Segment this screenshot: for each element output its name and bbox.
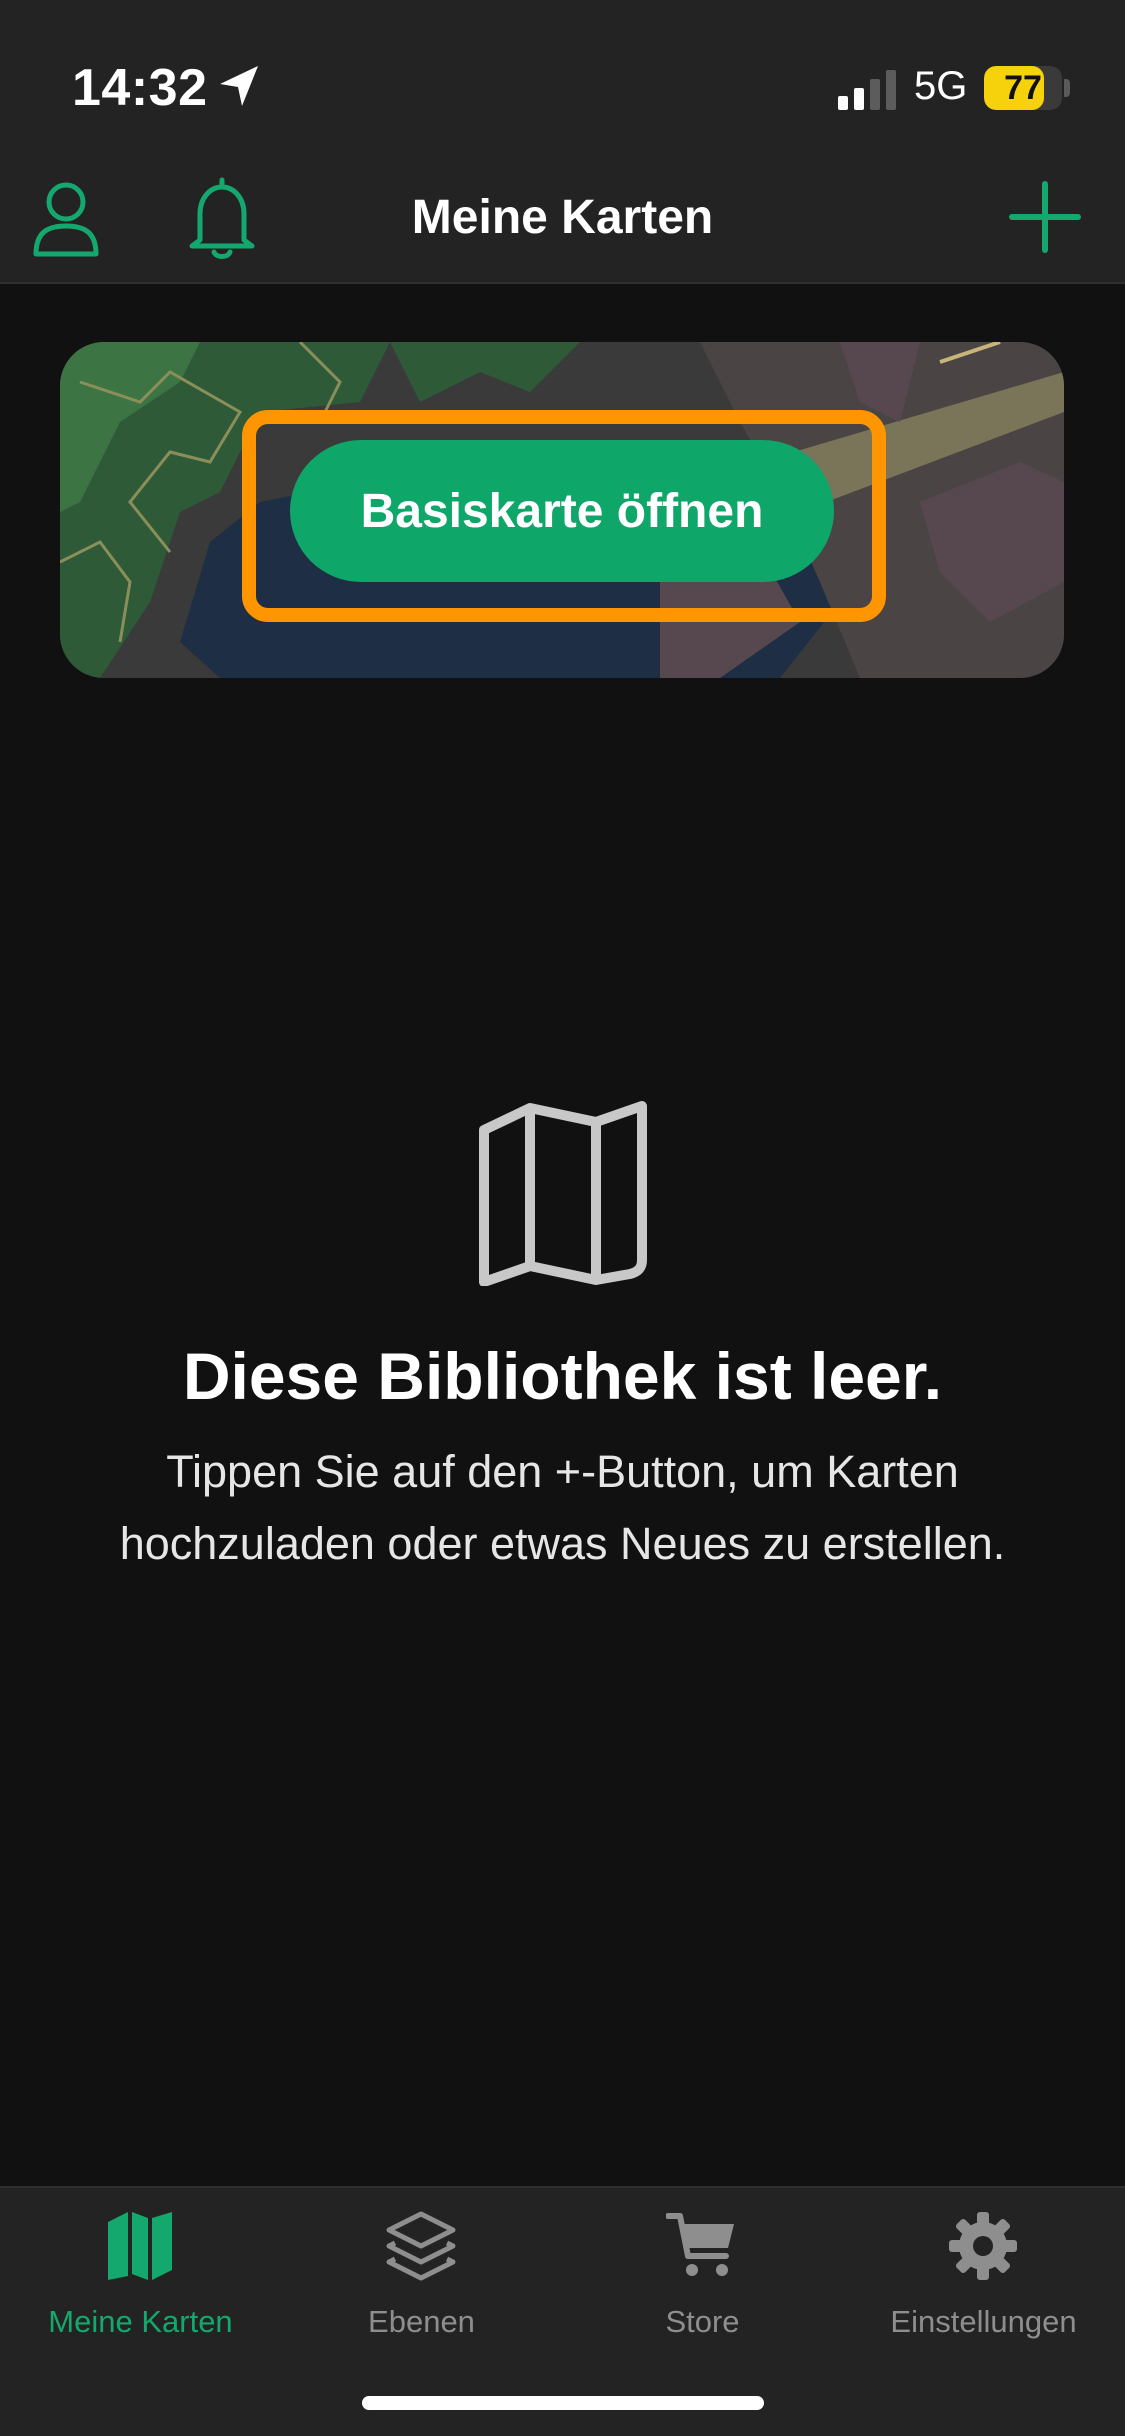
- screen: 14:32 5G 77 Meine Karten Basiskarte öffn…: [0, 0, 1125, 2436]
- page-title: Meine Karten: [411, 191, 714, 244]
- layers-icon: [386, 2211, 456, 2281]
- network-type: 5G: [914, 64, 968, 108]
- tab-meine-karten[interactable]: Meine Karten: [0, 2188, 281, 2358]
- empty-state-message: Tippen Sie auf den +-Button, um Karten h…: [119, 1446, 1006, 1569]
- gear-icon: [949, 2212, 1017, 2280]
- tab-ebenen[interactable]: Ebenen: [281, 2188, 562, 2358]
- battery-tip: [1064, 79, 1070, 97]
- tab-label: Store: [665, 2304, 740, 2339]
- location-arrow-icon: [220, 66, 258, 106]
- map-icon: [479, 1101, 647, 1286]
- map-icon: [108, 2212, 172, 2280]
- empty-state-title: Diese Bibliothek ist leer.: [182, 1339, 943, 1413]
- add-icon[interactable]: [1008, 180, 1082, 254]
- status-bar: 14:32 5G 77: [0, 0, 1125, 160]
- tab-store[interactable]: Store: [562, 2188, 843, 2358]
- cellular-signal-icon: [838, 70, 896, 110]
- tab-label: Ebenen: [368, 2304, 475, 2339]
- tab-label: Einstellungen: [890, 2304, 1077, 2339]
- tab-einstellungen[interactable]: Einstellungen: [843, 2188, 1124, 2358]
- battery-level: 77: [1004, 69, 1042, 107]
- cart-icon: [666, 2213, 734, 2276]
- open-base-map-button[interactable]: Basiskarte öffnen: [290, 440, 834, 582]
- nav-header: Meine Karten: [0, 160, 1125, 284]
- tab-label: Meine Karten: [48, 2304, 233, 2339]
- home-indicator: [362, 2396, 764, 2410]
- status-time: 14:32: [72, 59, 208, 117]
- battery-indicator: 77: [984, 66, 1062, 110]
